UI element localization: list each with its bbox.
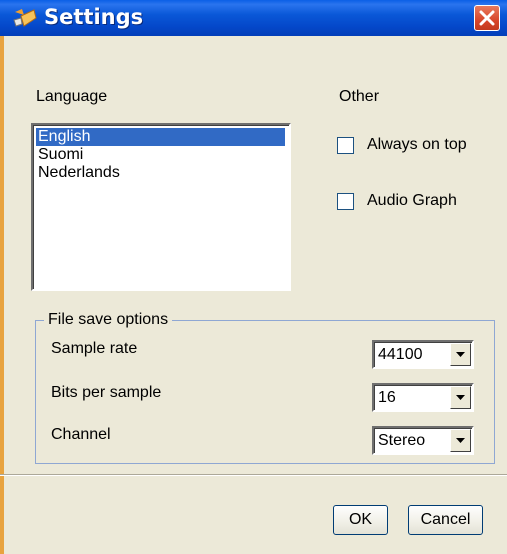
bits-per-sample-value: 16 xyxy=(378,389,396,406)
bits-per-sample-label: Bits per sample xyxy=(51,384,162,401)
list-item-english[interactable]: English xyxy=(36,128,285,146)
channel-value: Stereo xyxy=(378,432,426,449)
sample-rate-dropdown-button[interactable] xyxy=(450,343,471,366)
ok-button[interactable]: OK xyxy=(333,505,388,535)
title-bar[interactable]: Settings xyxy=(0,0,507,36)
footer-divider xyxy=(0,474,507,476)
chevron-down-icon xyxy=(456,352,465,357)
sample-rate-value: 44100 xyxy=(378,346,423,363)
audio-graph-label[interactable]: Audio Graph xyxy=(367,192,457,210)
other-label: Other xyxy=(339,88,380,105)
cancel-button[interactable]: Cancel xyxy=(408,505,483,535)
bits-per-sample-select[interactable]: 16 xyxy=(372,383,474,412)
always-on-top-label[interactable]: Always on top xyxy=(367,136,467,154)
list-item-suomi[interactable]: Suomi xyxy=(36,146,285,164)
channel-dropdown-button[interactable] xyxy=(450,429,471,452)
audio-graph-checkbox[interactable] xyxy=(337,193,354,210)
channel-label: Channel xyxy=(51,426,111,443)
dialog-body xyxy=(0,36,507,554)
list-item-nederlands[interactable]: Nederlands xyxy=(36,164,285,182)
chevron-down-icon xyxy=(456,438,465,443)
sample-rate-select[interactable]: 44100 xyxy=(372,340,474,369)
chevron-down-icon xyxy=(456,395,465,400)
always-on-top-checkbox[interactable] xyxy=(337,137,354,154)
bits-per-sample-dropdown-button[interactable] xyxy=(450,386,471,409)
language-label: Language xyxy=(36,88,108,105)
close-button[interactable] xyxy=(474,5,500,31)
language-list[interactable]: English Suomi Nederlands xyxy=(31,123,291,291)
window-title: Settings xyxy=(44,5,144,29)
close-icon xyxy=(479,10,495,26)
app-icon xyxy=(12,6,38,30)
settings-window: Settings Language Other English Suomi Ne… xyxy=(0,0,507,554)
channel-select[interactable]: Stereo xyxy=(372,426,474,455)
file-save-options-title: File save options xyxy=(44,311,173,329)
sample-rate-label: Sample rate xyxy=(51,340,138,357)
